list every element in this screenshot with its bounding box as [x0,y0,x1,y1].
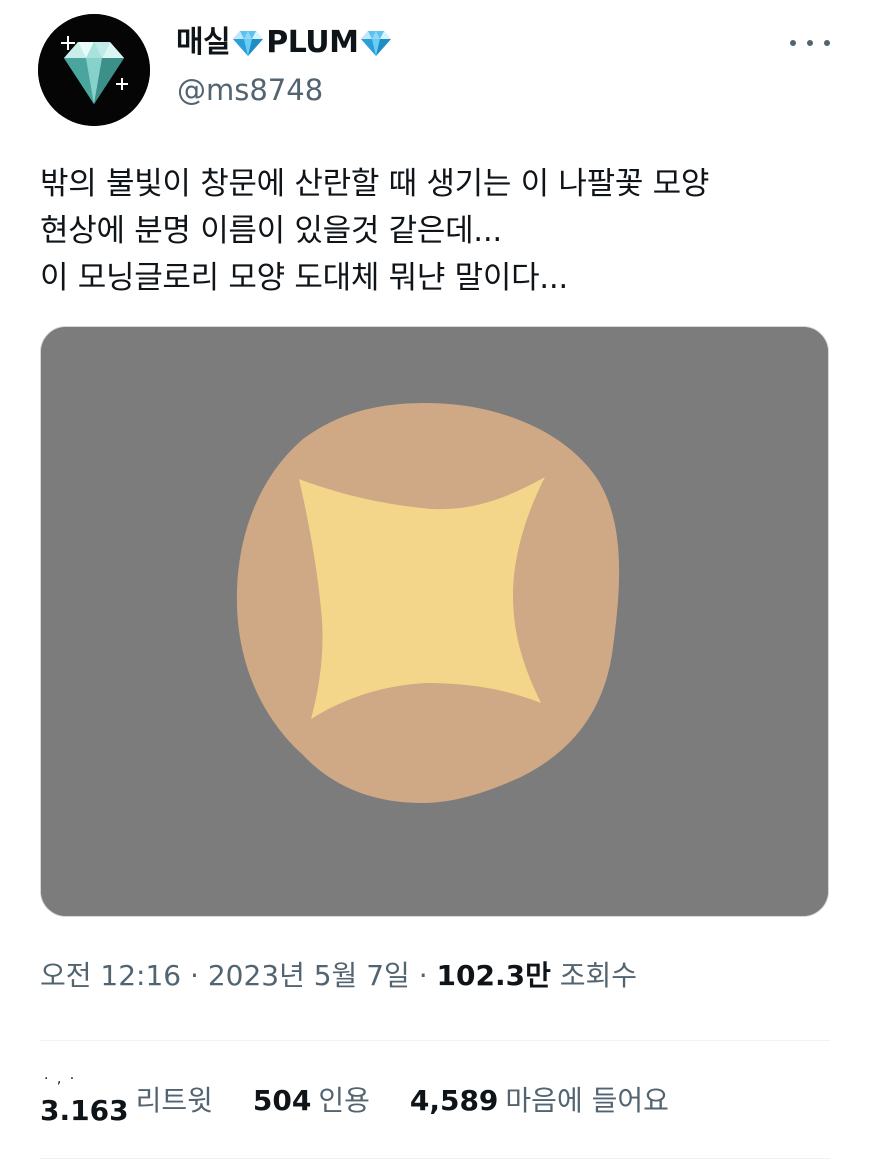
diamond-icon [359,28,393,58]
retweets-count: 3.163 [40,1094,129,1127]
retweets-label: 리트윗 [135,1084,213,1117]
views-count: 102.3만 [436,959,551,992]
four-point-star-shape [299,477,545,719]
more-dot [807,40,813,46]
retweets-stat[interactable]: 3.163 리트윗 [40,1081,213,1127]
likes-stat[interactable]: 4,589 마음에 들어요 [410,1081,669,1121]
more-horizontal-icon[interactable] [790,33,830,53]
diamond-avatar-image [38,14,150,126]
tweet-stats: 3.163 리트윗 504 인용 4,589 마음에 들어요 [40,1081,709,1127]
quotes-stat[interactable]: 504 인용 [253,1081,370,1121]
tweet-time[interactable]: 오전 12:16 [40,959,181,992]
diamond-icon [231,28,265,58]
views-label: 조회수 [559,959,638,992]
quotes-label: 인용 [318,1084,370,1117]
divider [40,1158,830,1159]
display-name[interactable]: 매실 PLUM [176,24,394,62]
likes-count: 4,589 [409,1084,499,1117]
tweet-text: 밖의 불빛이 창문에 산란할 때 생기는 이 나팔꽃 모양 현상에 분명 이름이… [40,161,840,302]
display-name-part1: 매실 [176,25,231,60]
likes-label: 마음에 들어요 [505,1084,669,1117]
quotes-count: 504 [252,1084,312,1117]
divider [40,1040,830,1041]
more-dot [790,40,796,46]
more-dot [824,40,830,46]
user-handle[interactable]: @ms8748 [177,71,323,109]
tweet-text-line: 현상에 분명 이름이 있을것 같은데... [40,213,502,249]
avatar[interactable] [38,14,150,126]
tweet-date[interactable]: 2023년 5월 7일 [208,959,410,992]
display-name-part2: PLUM [266,25,359,60]
meta-separator: · [181,959,208,992]
tweet-text-line: 이 모닝글로리 모양 도대체 뭐냔 말이다... [40,260,568,296]
tweet-media-image[interactable] [40,326,829,917]
tweet-text-line: 밖의 불빛이 창문에 산란할 때 생기는 이 나팔꽃 모양 [40,166,710,202]
meta-separator: · [409,959,437,992]
tweet-meta: 오전 12:16 · 2023년 5월 7일 · 102.3만 조회수 [40,956,637,996]
